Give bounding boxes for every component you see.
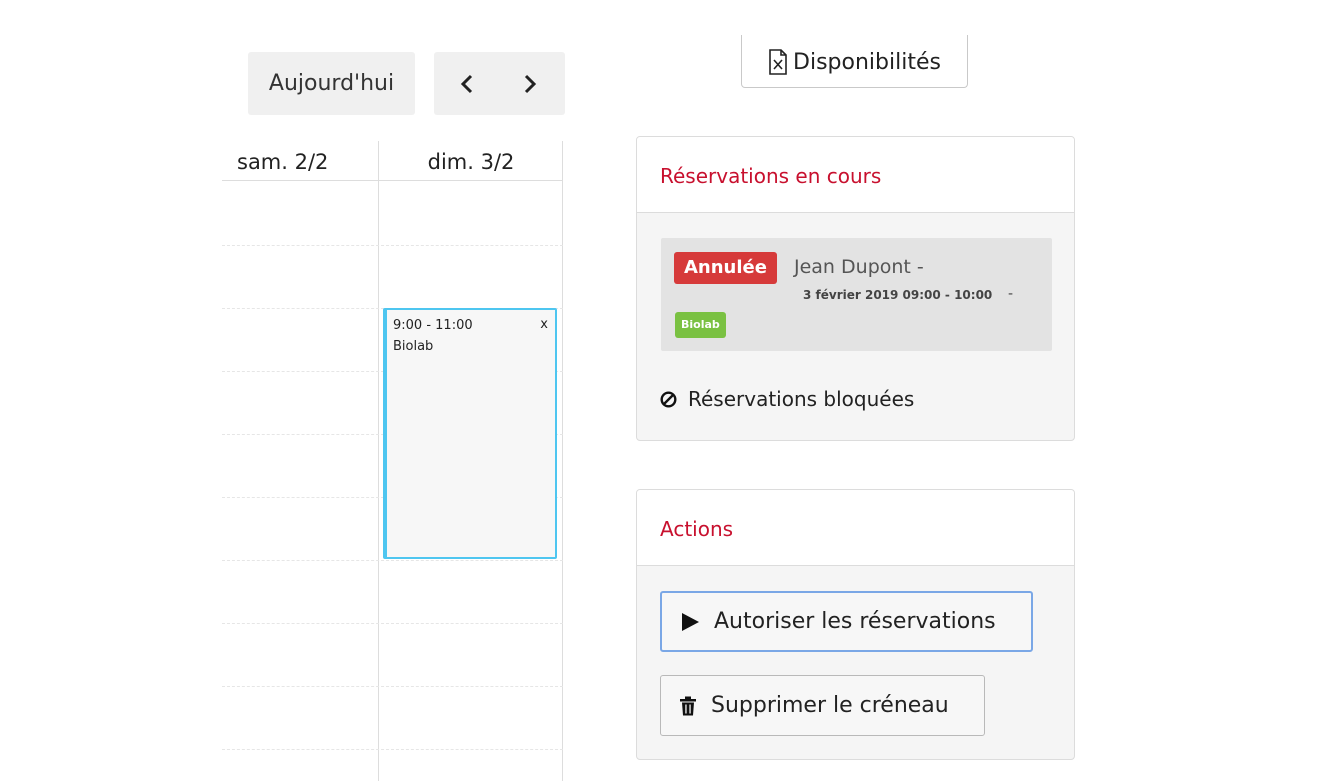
time-slot-line [222, 245, 563, 246]
play-icon [682, 612, 699, 631]
chevron-left-icon [460, 74, 473, 93]
time-slot-line [222, 749, 563, 750]
allow-reservations-label: Autoriser les réservations [714, 609, 996, 634]
navigation-group [434, 52, 565, 115]
reservation-separator: - [1008, 286, 1014, 302]
availability-export-button[interactable]: Disponibilités [741, 35, 968, 88]
chevron-right-icon [524, 74, 537, 93]
actions-panel-title: Actions [637, 490, 1074, 566]
time-slot-line [222, 560, 563, 561]
event-close-button[interactable]: x [540, 317, 548, 332]
column-divider [378, 141, 379, 781]
resource-badge: Biolab [675, 312, 726, 338]
reservation-item[interactable]: Annulée Jean Dupont - 3 février 2019 09:… [661, 238, 1052, 351]
reservation-user: Jean Dupont - [794, 256, 924, 278]
event-title: Biolab [393, 339, 434, 354]
delete-slot-button[interactable]: Supprimer le créneau [660, 675, 985, 736]
time-slot-line [222, 623, 563, 624]
next-button[interactable] [500, 52, 560, 115]
previous-button[interactable] [437, 52, 497, 115]
blocked-status-label: Réservations bloquées [688, 387, 915, 411]
excel-file-icon [769, 49, 787, 75]
ban-icon [660, 390, 677, 408]
header-divider [222, 180, 563, 181]
availability-export-label: Disponibilités [793, 49, 941, 75]
reservations-panel-title: Réservations en cours [637, 137, 1074, 213]
day-header-saturday: sam. 2/2 [237, 150, 329, 174]
calendar-event[interactable]: 9:00 - 11:00 Biolab x [383, 308, 557, 559]
delete-slot-label: Supprimer le créneau [711, 693, 949, 718]
blocked-status: Réservations bloquées [660, 387, 914, 411]
column-divider [562, 141, 563, 781]
allow-reservations-button[interactable]: Autoriser les réservations [660, 591, 1033, 652]
actions-panel: Actions Autoriser les réservations Suppr… [636, 489, 1075, 760]
time-slot-line [222, 686, 563, 687]
trash-icon [680, 696, 696, 715]
status-badge: Annulée [674, 252, 777, 284]
today-button[interactable]: Aujourd'hui [248, 52, 415, 115]
event-time: 9:00 - 11:00 [393, 318, 473, 333]
day-header-sunday: dim. 3/2 [427, 150, 515, 174]
reservations-panel: Réservations en cours Annulée Jean Dupon… [636, 136, 1075, 441]
reservation-datetime: 3 février 2019 09:00 - 10:00 [803, 288, 993, 302]
